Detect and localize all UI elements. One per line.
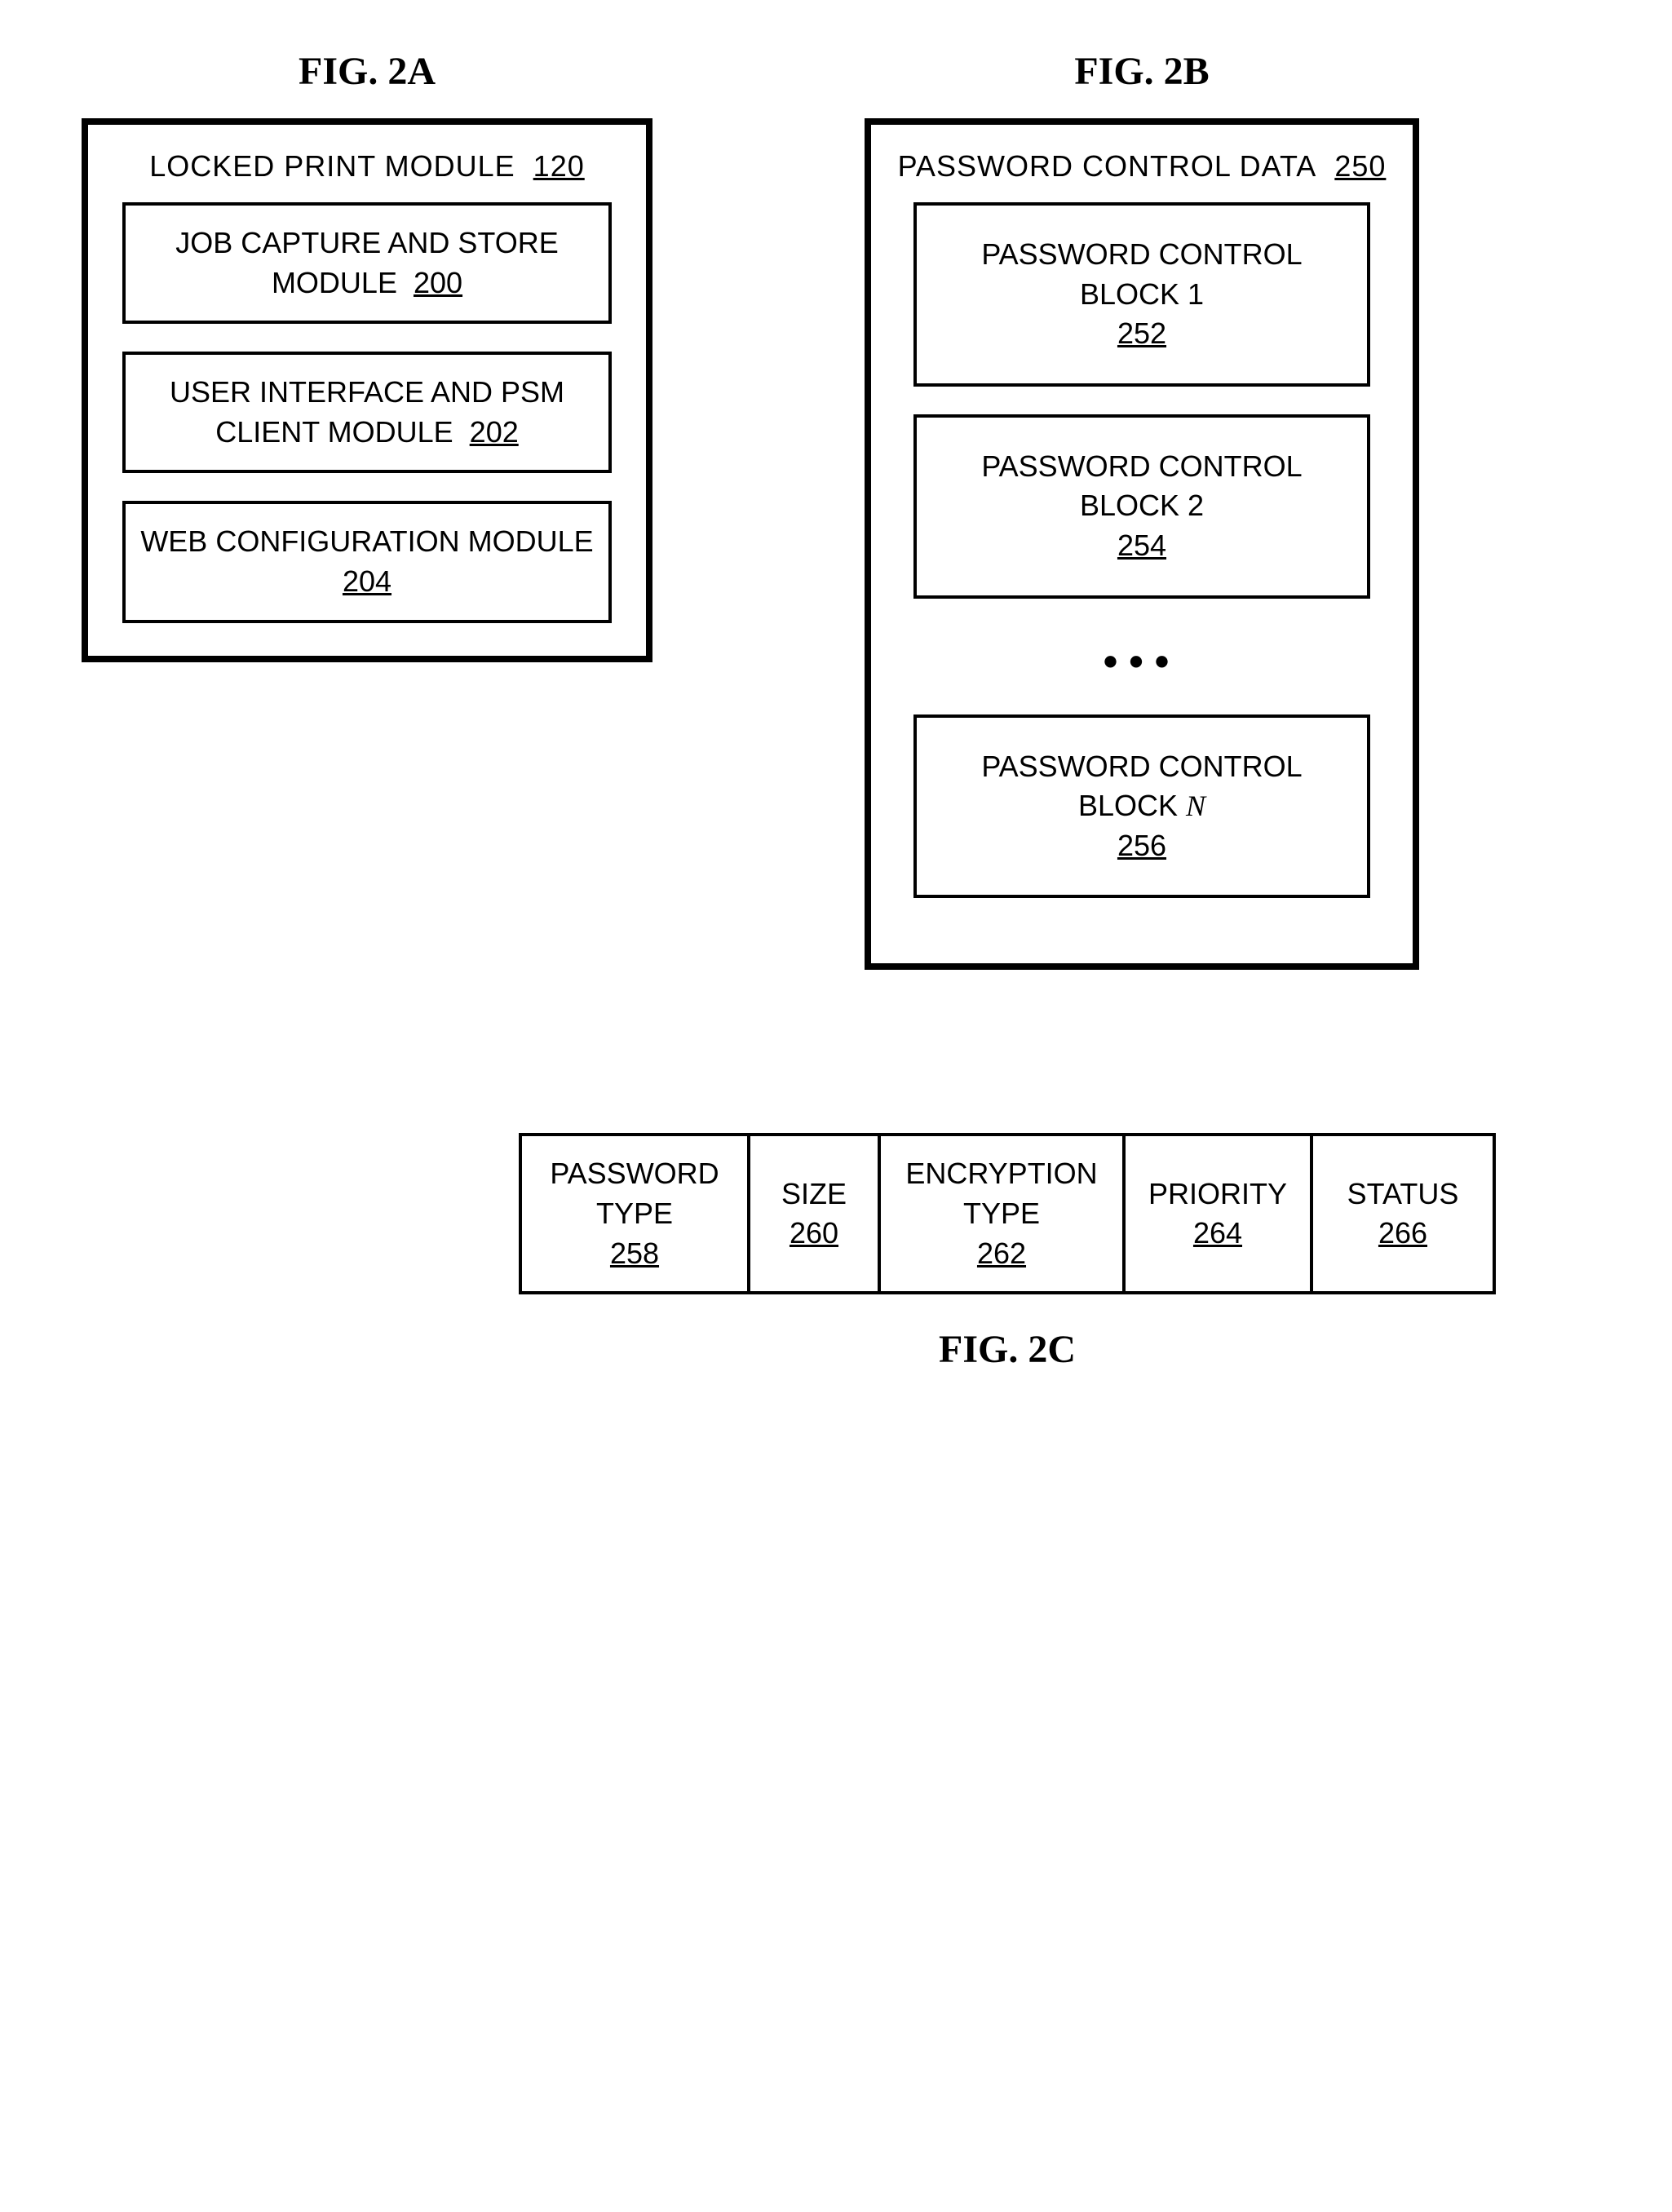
job-capture-store-module: JOB CAPTURE AND STORE MODULE 200 <box>122 202 612 324</box>
figure-2b: FIG. 2B PASSWORD CONTROL DATA 250 PASSWO… <box>865 49 1419 970</box>
password-control-data-box: PASSWORD CONTROL DATA 250 PASSWORD CONTR… <box>865 118 1419 970</box>
figure-2c-label: FIG. 2C <box>939 1327 1076 1372</box>
password-control-data-header: PASSWORD CONTROL DATA 250 <box>898 148 1387 184</box>
password-control-block-fields-table: PASSWORD TYPE 258 SIZE 260 ENCRYPTION TY… <box>519 1133 1496 1294</box>
figure-2b-label: FIG. 2B <box>1074 49 1209 94</box>
field-size: SIZE 260 <box>750 1136 881 1291</box>
figure-2c: PASSWORD TYPE 258 SIZE 260 ENCRYPTION TY… <box>519 1133 1496 1372</box>
web-configuration-module: WEB CONFIGURATION MODULE204 <box>122 501 612 622</box>
ellipsis-icon: ••• <box>1104 638 1181 685</box>
figure-2a-label: FIG. 2A <box>299 49 436 94</box>
field-status: STATUS 266 <box>1313 1136 1493 1291</box>
user-interface-psm-client-module: USER INTERFACE AND PSM CLIENT MODULE 202 <box>122 352 612 473</box>
locked-print-module-header: LOCKED PRINT MODULE 120 <box>149 148 585 184</box>
password-control-block-2: PASSWORD CONTROL BLOCK 2254 <box>913 414 1370 599</box>
password-control-block-1: PASSWORD CONTROL BLOCK 1252 <box>913 202 1370 387</box>
field-encryption-type: ENCRYPTION TYPE 262 <box>881 1136 1126 1291</box>
locked-print-module-box: LOCKED PRINT MODULE 120 JOB CAPTURE AND … <box>82 118 652 662</box>
figure-2a: FIG. 2A LOCKED PRINT MODULE 120 JOB CAPT… <box>82 49 652 662</box>
password-control-block-n: PASSWORD CONTROL BLOCK N256 <box>913 714 1370 899</box>
field-priority: PRIORITY 264 <box>1126 1136 1313 1291</box>
field-password-type: PASSWORD TYPE 258 <box>522 1136 750 1291</box>
